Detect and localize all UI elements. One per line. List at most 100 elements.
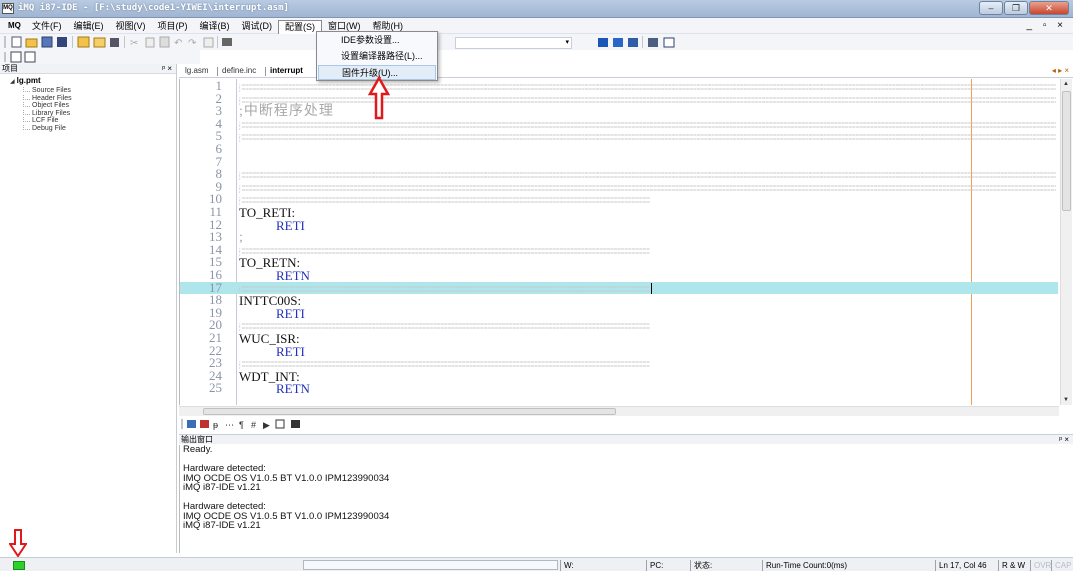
vertical-scrollbar[interactable]: ▲ ▼ <box>1060 79 1072 405</box>
indent-icon <box>187 420 196 428</box>
mdi-icon[interactable]: MQ <box>8 21 21 30</box>
window-title: iMQ i87-IDE - [F:\study\code1-YIWEI\inte… <box>18 3 289 13</box>
status-state: 状态: <box>690 560 712 571</box>
status-ovr: OVR <box>1030 560 1051 571</box>
tree-item-source-files[interactable]: Source Files <box>10 87 176 95</box>
code-line[interactable]: 25 RETN <box>180 380 1058 396</box>
code-line[interactable]: 7 <box>180 155 1058 169</box>
status-pc: PC: <box>646 560 663 571</box>
code-line[interactable]: 20 ;=====================================… <box>180 319 1058 332</box>
scroll-thumb[interactable] <box>1062 91 1071 211</box>
minimize-button[interactable]: ‒ <box>979 1 1003 15</box>
undo-icon: ↶ <box>174 38 182 49</box>
code-comment: ;中断程序处理 <box>239 104 334 120</box>
tree-item-debug-file[interactable]: Debug File <box>10 124 176 133</box>
scroll-down-icon[interactable]: ▼ <box>1063 397 1069 403</box>
output-line: iMQ i87-IDE v1.21 <box>183 482 261 493</box>
code-line[interactable]: 15 TO_RETN: <box>180 256 1058 270</box>
expand-arrow-icon[interactable]: ◢ <box>10 79 15 85</box>
find-in-files-icon <box>628 38 638 47</box>
line-number: 25 <box>209 380 222 396</box>
code-line[interactable]: 11 TO_RETI: <box>180 205 1058 219</box>
code-line[interactable]: 17 ;=====================================… <box>180 281 1058 295</box>
code-line[interactable]: 1 ;======================================… <box>180 79 1058 92</box>
menu-item-compiler-path[interactable]: 设置编译器路径(L)... <box>318 49 436 64</box>
restore-button[interactable]: ❐ <box>1004 1 1028 15</box>
code-editor[interactable]: 1 ;======================================… <box>179 79 1059 405</box>
output-pane-header: 输出窗口 ᵖ × <box>179 434 1073 444</box>
code-line[interactable]: 9 ;======================================… <box>180 180 1058 193</box>
open-folder-icon <box>25 38 38 48</box>
code-line[interactable]: 23 ;=====================================… <box>180 356 1058 369</box>
paragraph-icon: ¶ <box>239 420 244 430</box>
code-line[interactable]: 22 RETI <box>180 344 1058 358</box>
text-caret <box>651 282 652 294</box>
status-cap: CAP <box>1051 560 1071 571</box>
code-line[interactable]: 8 ;======================================… <box>180 167 1058 180</box>
project-root[interactable]: ◢ lg.pmt <box>10 76 176 87</box>
horizontal-scrollbar[interactable] <box>179 406 1059 416</box>
code-line[interactable]: 13; <box>180 230 1058 244</box>
save-all-icon <box>57 37 67 47</box>
print-icon <box>222 38 232 46</box>
menu-edit[interactable]: 编辑(E) <box>68 20 110 34</box>
code-instruction: RETI <box>276 217 305 233</box>
tree-item-header-files[interactable]: Header Files <box>10 94 176 103</box>
window-icon <box>24 51 36 63</box>
code-line[interactable]: 10 ;=====================================… <box>180 193 1058 206</box>
pane-controls[interactable]: ᵖ × <box>162 64 172 74</box>
menu-view[interactable]: 视图(V) <box>110 20 152 34</box>
tree-item-lcf-file[interactable]: LCF File <box>10 117 176 125</box>
code-instruction: RETN <box>276 268 310 283</box>
code-line[interactable]: 19 RETI <box>180 305 1058 321</box>
tab-interrupt[interactable]: interrupt <box>270 66 303 76</box>
output-pane-title: 输出窗口 <box>181 435 213 444</box>
cut-icon: ✂ <box>130 38 138 49</box>
window-controls: ‒ ❐ ✕ <box>979 1 1069 15</box>
project-pane-title: 项目 <box>2 64 18 73</box>
redo-icon: ↷ <box>188 38 197 49</box>
find-prev-icon <box>613 38 623 47</box>
menu-item-ide-settings[interactable]: IDE参数设置... <box>318 33 436 48</box>
output-window[interactable]: Ready. Hardware detected: IMQ OCDE OS V1… <box>179 445 1073 553</box>
scroll-up-icon[interactable]: ▲ <box>1063 81 1069 87</box>
code-line[interactable]: 12 RETI <box>180 217 1058 233</box>
search-combo[interactable]: ▾ <box>455 37 572 49</box>
code-line[interactable]: 14 ;=====================================… <box>180 243 1058 256</box>
code-line[interactable]: 24 WDT_INT: <box>180 369 1058 383</box>
code-instruction: RETI <box>276 305 305 321</box>
code-line[interactable]: 6 <box>180 142 1058 156</box>
status-progress-box <box>303 560 558 570</box>
output-pane-controls[interactable]: ᵖ × <box>1059 435 1069 445</box>
status-w: W: <box>560 560 574 571</box>
app-icon: MQ <box>2 3 14 14</box>
menu-project[interactable]: 项目(P) <box>152 20 194 34</box>
tree-item-object-files[interactable]: Object Files <box>10 102 176 110</box>
menu-build[interactable]: 编译(B) <box>194 20 236 34</box>
tab-define-inc[interactable]: define.inc <box>222 66 256 76</box>
close-button[interactable]: ✕ <box>1029 1 1069 15</box>
code-line[interactable]: 21 WUC_ISR: <box>180 331 1058 345</box>
hscroll-thumb[interactable] <box>203 408 616 415</box>
code-line[interactable]: 3 ;中断程序处理 <box>180 104 1058 120</box>
mdi-controls[interactable]: _ ▫ × <box>1026 20 1067 31</box>
code-line[interactable]: 16 RETN <box>180 268 1058 283</box>
editor-bottom-toolbar: ᵽ ⋯ ¶ # ▶ <box>179 417 379 431</box>
settings-dropdown: IDE参数设置... 设置编译器路径(L)... 固件升级(U)... <box>316 31 438 81</box>
annotation-arrow-down-icon <box>9 529 27 557</box>
menu-debug[interactable]: 调试(D) <box>236 20 279 34</box>
find-next-icon <box>598 38 608 47</box>
chevron-down-icon[interactable]: ▾ <box>565 38 569 46</box>
code-line[interactable]: 5 ;======================================… <box>180 130 1058 143</box>
tab-nav-controls[interactable]: ◂ ▸ × <box>1052 66 1069 75</box>
terminal-icon <box>291 420 300 428</box>
hash-icon: # <box>251 420 256 430</box>
tab-lg-asm[interactable]: lg.asm <box>185 66 209 76</box>
tree-item-library-files[interactable]: Library Files <box>10 109 176 118</box>
menu-file[interactable]: 文件(F) <box>26 20 68 34</box>
code-line[interactable]: 18 INTTC00S: <box>180 293 1058 307</box>
save-icon <box>41 36 53 48</box>
code-line[interactable]: 4 ;======================================… <box>180 117 1058 130</box>
